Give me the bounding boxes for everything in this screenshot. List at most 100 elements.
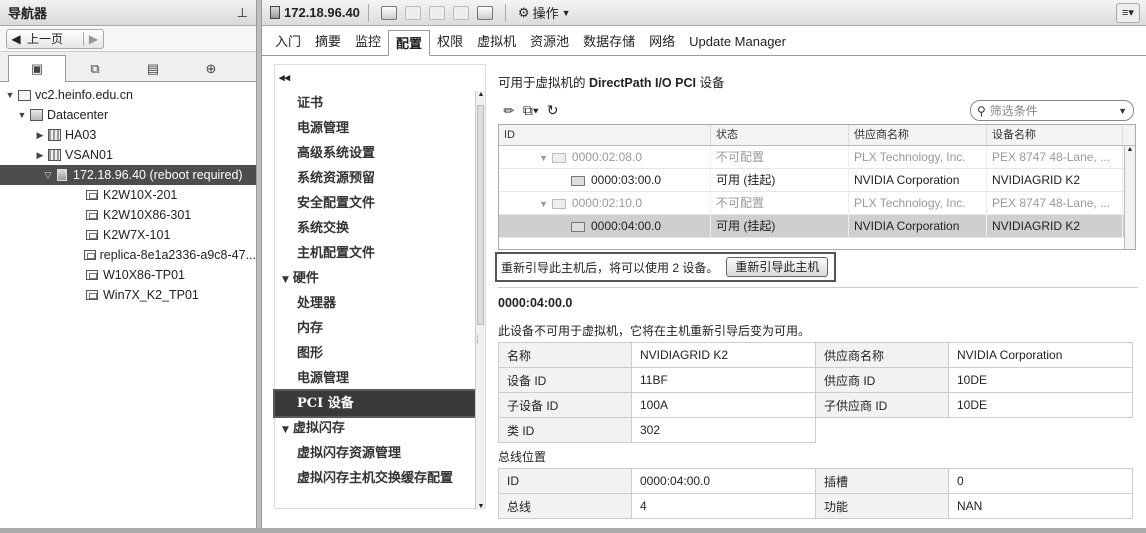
- tree-node[interactable]: replica-8e1a2336-a9c8-47...: [0, 245, 256, 265]
- settings-item[interactable]: 处理器: [275, 291, 475, 316]
- detail-key: 供应商 ID: [815, 367, 949, 393]
- collapse-icon[interactable]: ◂◂: [279, 71, 290, 84]
- settings-item[interactable]: 系统资源预留: [275, 166, 475, 191]
- tab-vms-templates[interactable]: ⧉: [66, 57, 124, 81]
- back-arrow-icon: ◀: [11, 31, 21, 46]
- tab-5[interactable]: 虚拟机: [470, 29, 523, 55]
- grid-row[interactable]: 0000:03:00.0 可用 (挂起) NVIDIA Corporation NVI…: [499, 169, 1135, 192]
- back-bar: ◀ 上一页 ▶: [0, 26, 256, 52]
- settings-item[interactable]: 高级系统设置: [275, 141, 475, 166]
- tab-6[interactable]: 资源池: [523, 29, 576, 55]
- pin-icon[interactable]: ⊥: [237, 5, 248, 21]
- grid-scrollbar[interactable]: ▲: [1124, 146, 1135, 249]
- object-toolbar: 172.18.96.40 ⚙ 操作 ▼ ≡▾: [262, 0, 1146, 26]
- tree-node[interactable]: ▶ HA03: [0, 125, 256, 145]
- tab-8[interactable]: 网络: [642, 29, 682, 55]
- settings-group[interactable]: ▼ 虚拟闪存: [275, 416, 475, 441]
- tree-node[interactable]: ▼ Datacenter: [0, 105, 256, 125]
- tree-node[interactable]: ▼ vc2.heinfo.edu.cn: [0, 85, 256, 105]
- actions-menu[interactable]: ⚙ 操作 ▼: [518, 3, 571, 22]
- grid-row[interactable]: ▼ 0000:02:10.0 不可配置 PLX Technology, Inc. PEX…: [499, 192, 1135, 215]
- settings-item[interactable]: 系统交换: [275, 216, 475, 241]
- expand-toggle-icon[interactable]: ▼: [539, 199, 548, 209]
- vm-icon: [84, 229, 100, 242]
- add-host-icon[interactable]: [380, 5, 397, 20]
- scroll-up-icon[interactable]: ▲: [1125, 146, 1135, 153]
- grid-column-header[interactable]: 设备名称: [987, 125, 1123, 145]
- vm-icon: [84, 209, 100, 222]
- detail-value: [948, 417, 1133, 443]
- grid-column-header[interactable]: 供应商名称: [849, 125, 987, 145]
- tree-node[interactable]: Win7X_K2_TP01: [0, 285, 256, 305]
- tab-2[interactable]: 监控: [348, 29, 388, 55]
- filter-input[interactable]: ⚲ 筛选条件 ▼: [970, 100, 1134, 121]
- settings-item[interactable]: 电源管理: [275, 366, 475, 391]
- expand-toggle-icon[interactable]: ▶: [34, 130, 46, 141]
- grid-cell-device: NVIDIAGRID K2: [987, 169, 1123, 191]
- forward-button[interactable]: ▶: [83, 31, 103, 46]
- global-menu-button[interactable]: ≡▾: [1116, 2, 1140, 23]
- deploy-icon[interactable]: [428, 5, 445, 20]
- settings-item[interactable]: 图形: [275, 341, 475, 366]
- settings-item[interactable]: 安全配置文件: [275, 191, 475, 216]
- tab-3[interactable]: 配置: [388, 30, 431, 56]
- chevron-down-icon[interactable]: ▼: [1118, 106, 1127, 116]
- tab-storage[interactable]: ▤: [124, 57, 182, 81]
- settings-item[interactable]: 内存: [275, 316, 475, 341]
- tab-networking[interactable]: ⊕: [182, 57, 240, 81]
- tab-4[interactable]: 权限: [430, 29, 470, 55]
- settings-item-label: 系统资源预留: [297, 171, 376, 186]
- grid-row[interactable]: ▼ 0000:02:08.0 不可配置 PLX Technology, Inc. PEX…: [499, 146, 1135, 169]
- settings-item-label: 电源管理: [297, 371, 350, 386]
- settings-scrollbar[interactable]: ▲ ▼: [475, 91, 485, 510]
- edit-icon[interactable]: ✎: [500, 101, 519, 120]
- datacenter-icon-shape: [29, 109, 43, 121]
- tree-node[interactable]: K2W10X-201: [0, 185, 256, 205]
- splitter-grip-icon[interactable]: ⁞: [476, 335, 479, 346]
- expand-toggle-icon[interactable]: ▼: [539, 153, 548, 163]
- scroll-down-icon[interactable]: ▼: [476, 503, 486, 510]
- device-id: 0000:03:00.0: [591, 173, 662, 187]
- vm-icon: [83, 249, 97, 262]
- tree-node[interactable]: K2W10X86-301: [0, 205, 256, 225]
- scroll-up-icon[interactable]: ▲: [476, 91, 486, 98]
- gear-icon: ⚙: [517, 4, 530, 20]
- tree-node[interactable]: W10X86-TP01: [0, 265, 256, 285]
- tab-1[interactable]: 摘要: [308, 29, 348, 55]
- settings-item-label: 处理器: [297, 296, 337, 311]
- tree-node[interactable]: ▶ VSAN01: [0, 145, 256, 165]
- tree-node[interactable]: ▽ 172.18.96.40 (reboot required): [0, 165, 256, 185]
- settings-item[interactable]: 虚拟闪存主机交换缓存配置: [275, 466, 475, 491]
- settings-item[interactable]: PCI 设备: [273, 389, 477, 418]
- settings-item[interactable]: 虚拟闪存资源管理: [275, 441, 475, 466]
- edit-settings-icon[interactable]: [476, 5, 493, 20]
- new-vapp-icon[interactable]: [452, 5, 469, 20]
- settings-item[interactable]: 证书: [275, 91, 475, 116]
- vcenter-icon: [16, 89, 32, 102]
- settings-item[interactable]: 电源管理: [275, 116, 475, 141]
- reboot-host-button[interactable]: 重新引导此主机: [726, 257, 829, 277]
- tree-node[interactable]: K2W7X-101: [0, 225, 256, 245]
- refresh-icon[interactable]: ↻: [547, 102, 559, 119]
- expand-toggle-icon[interactable]: ▶: [34, 150, 46, 161]
- copy-icon[interactable]: ⧉▾: [523, 102, 539, 119]
- grid-column-header[interactable]: ID: [499, 125, 711, 145]
- detail-value: 11BF: [631, 367, 816, 393]
- grid-column-header[interactable]: 状态: [711, 125, 849, 145]
- tab-hosts-clusters[interactable]: ▣: [8, 55, 66, 82]
- expand-toggle-icon[interactable]: ▼: [16, 110, 28, 120]
- scroll-thumb[interactable]: [477, 105, 484, 325]
- tab-7[interactable]: 数据存储: [576, 29, 642, 55]
- vm-icon-shape: [83, 250, 96, 260]
- tab-0[interactable]: 入门: [268, 29, 308, 55]
- new-vm-icon[interactable]: [404, 5, 421, 20]
- settings-group[interactable]: ▼ 硬件: [275, 266, 475, 291]
- back-button[interactable]: ◀ 上一页 ▶: [6, 28, 104, 49]
- expand-toggle-icon[interactable]: ▼: [4, 90, 16, 100]
- reboot-notice: 重新引导此主机后，将可以使用 2 设备。 重新引导此主机: [495, 252, 836, 282]
- tab-9[interactable]: Update Manager: [682, 29, 793, 55]
- tree-node-label: Win7X_K2_TP01: [103, 288, 199, 302]
- expand-toggle-icon[interactable]: ▽: [42, 170, 54, 181]
- grid-row[interactable]: 0000:04:00.0 可用 (挂起) NVIDIA Corporation NVI…: [499, 215, 1135, 238]
- settings-item[interactable]: 主机配置文件: [275, 241, 475, 266]
